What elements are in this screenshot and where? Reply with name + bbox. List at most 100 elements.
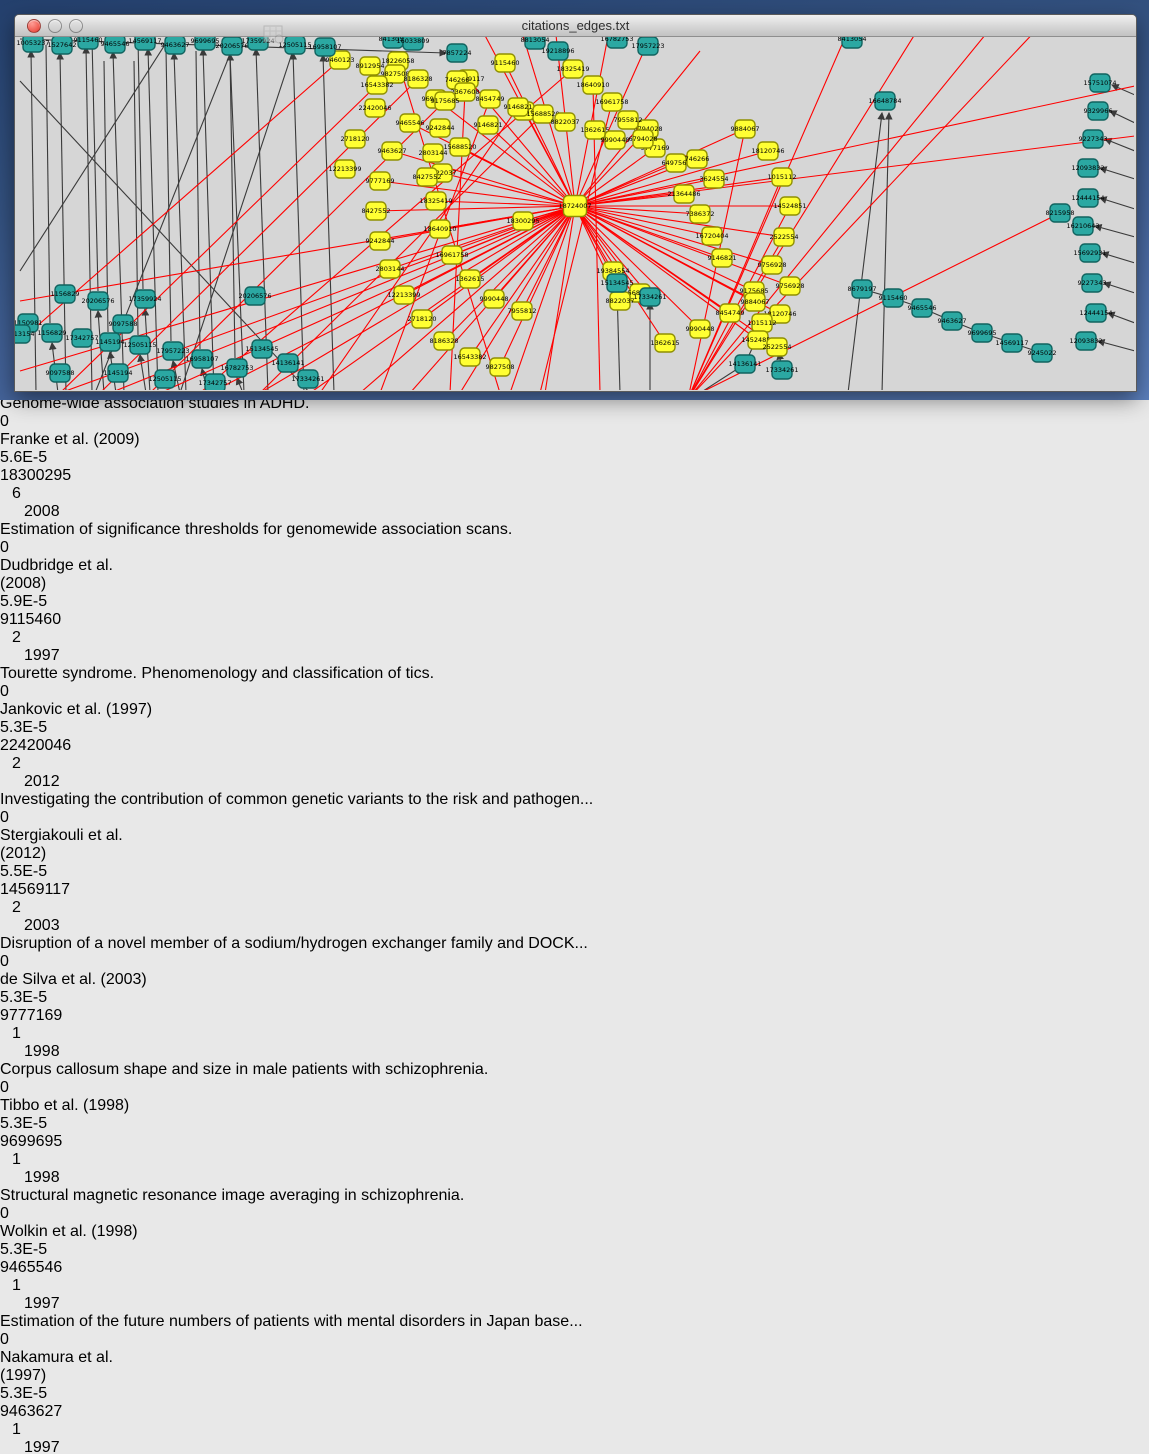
graph-node[interactable]: 8186328: [430, 332, 459, 350]
graph-node[interactable]: 1362615: [456, 270, 485, 288]
graph-hub-node[interactable]: 18724007: [558, 196, 591, 217]
graph-node[interactable]: 9777169: [366, 172, 395, 190]
graph-nodes[interactable]: 9115460145691179699695946554694636279777…: [15, 37, 1117, 390]
graph-node[interactable]: 6794028: [629, 130, 658, 148]
graph-node[interactable]: 1156829: [38, 324, 67, 342]
graph-node[interactable]: 7955812: [614, 111, 643, 129]
graph-node[interactable]: 2803144: [419, 144, 448, 162]
graph-node[interactable]: 9097588: [109, 315, 138, 333]
network-canvas[interactable]: 9115460145691179699695946554694636279777…: [15, 37, 1136, 395]
graph-node[interactable]: 2522554: [770, 228, 799, 246]
graph-node[interactable]: 9242844: [366, 232, 395, 250]
graph-node[interactable]: 9465546: [101, 37, 130, 53]
graph-node[interactable]: 2803144: [376, 260, 405, 278]
graph-node[interactable]: 746266: [685, 150, 710, 168]
graph-node[interactable]: 7386372: [686, 205, 715, 223]
graph-node[interactable]: 2718120: [341, 130, 370, 148]
graph-node[interactable]: 1145194: [96, 333, 125, 351]
graph-node[interactable]: 9463627: [161, 37, 190, 54]
graph-node[interactable]: 21364486: [667, 185, 700, 203]
graph-node[interactable]: 7857224: [443, 44, 472, 62]
graph-node[interactable]: 1156829: [51, 285, 80, 303]
graph-node[interactable]: 15134545: [245, 340, 278, 358]
graph-node[interactable]: 9227343: [1079, 130, 1108, 148]
citation-network-graph[interactable]: 9115460145691179699695946554694636279777…: [15, 37, 1134, 390]
graph-node[interactable]: 8822037: [606, 292, 635, 310]
graph-node[interactable]: 14569117: [995, 334, 1028, 352]
graph-node[interactable]: 8186328: [404, 70, 433, 88]
graph-node[interactable]: 19218896: [541, 42, 574, 60]
graph-node[interactable]: 10053237: [16, 37, 49, 52]
graph-node[interactable]: 20206576: [81, 292, 114, 310]
graph-node[interactable]: 16648784: [868, 92, 901, 110]
graph-node[interactable]: 9465546: [396, 114, 425, 132]
graph-node[interactable]: 8427552: [413, 168, 442, 186]
graph-node[interactable]: 16543382: [453, 348, 486, 366]
graph-node[interactable]: 3624554: [700, 170, 729, 188]
graph-node[interactable]: 9227343: [1078, 274, 1107, 292]
graph-node[interactable]: 9115460: [74, 37, 103, 49]
graph-node[interactable]: 9465546: [908, 299, 937, 317]
graph-node[interactable]: 9463627: [938, 312, 967, 330]
graph-node[interactable]: 9884067: [741, 293, 770, 311]
graph-node[interactable]: 12444154: [1079, 304, 1112, 322]
graph-node[interactable]: 9097588: [46, 364, 75, 382]
graph-node[interactable]: 9146821: [708, 249, 737, 267]
graph-node[interactable]: 1145194: [104, 364, 133, 382]
graph-node[interactable]: 9884067: [731, 120, 760, 138]
graph-node[interactable]: 9242844: [426, 119, 455, 137]
graph-node[interactable]: 22420046: [358, 99, 391, 117]
table-row[interactable]: 1830029562008Estimation of significance …: [0, 467, 1149, 611]
graph-node[interactable]: 2718120: [408, 310, 437, 328]
graph-node[interactable]: 9175685: [431, 92, 460, 110]
table-row[interactable]: 946554611997Estimation of the future num…: [0, 1259, 1149, 1403]
graph-node[interactable]: 9463627: [378, 142, 407, 160]
graph-node[interactable]: 15751074: [1083, 74, 1116, 92]
graph-node[interactable]: 18325419: [556, 60, 589, 78]
graph-node[interactable]: 16782753: [220, 359, 253, 377]
graph-node[interactable]: 17359924: [128, 290, 161, 308]
graph-node[interactable]: 9245022: [1028, 344, 1057, 362]
graph-node[interactable]: 8454749: [476, 90, 505, 108]
graph-node[interactable]: 8822037: [551, 113, 580, 131]
graph-node[interactable]: 15692931: [1073, 244, 1106, 262]
graph-node[interactable]: 16033809: [396, 37, 429, 50]
graph-node[interactable]: 8679197: [848, 280, 877, 298]
graph-node[interactable]: 18640910: [576, 76, 609, 94]
graph-node[interactable]: 9827508: [486, 358, 515, 376]
graph-node[interactable]: 1015112: [768, 168, 797, 186]
graph-node[interactable]: 9115460: [491, 54, 520, 72]
graph-node[interactable]: 8427552: [362, 202, 391, 220]
graph-node[interactable]: 8413054: [838, 37, 867, 48]
graph-node[interactable]: 9329966: [1084, 102, 1113, 120]
graph-node[interactable]: 20206576: [238, 287, 271, 305]
graph-node[interactable]: 1362615: [651, 334, 680, 352]
graph-node[interactable]: 12093832: [1071, 159, 1104, 177]
graph-node[interactable]: 17342757: [65, 329, 98, 347]
graph-node[interactable]: 8215958: [1046, 204, 1075, 222]
graph-node[interactable]: 16782753: [600, 37, 633, 48]
graph-node[interactable]: 8454749: [716, 304, 745, 322]
graph-node[interactable]: 9990448: [601, 131, 630, 149]
table-row[interactable]: 2242004622012Investigating the contribut…: [0, 737, 1149, 881]
graph-node[interactable]: 2522554: [763, 338, 792, 356]
graph-node[interactable]: 9990448: [480, 290, 509, 308]
graph-node[interactable]: 7955812: [508, 302, 537, 320]
window-titlebar[interactable]: citations_edges.txt: [15, 15, 1136, 37]
graph-node[interactable]: 16210643: [1066, 217, 1099, 235]
graph-node[interactable]: 9990448: [686, 320, 715, 338]
graph-node[interactable]: 9699695: [968, 324, 997, 342]
table-row[interactable]: 1456911722003Disruption of a novel membe…: [0, 881, 1149, 1007]
table-row[interactable]: 977716911998Corpus callosum shape and si…: [0, 1007, 1149, 1133]
graph-node[interactable]: 1527642: [48, 37, 77, 54]
table-row[interactable]: 911546021997Tourette syndrome. Phenomeno…: [0, 611, 1149, 737]
graph-node[interactable]: 9756928: [758, 256, 787, 274]
graph-node[interactable]: 17957223: [631, 37, 664, 55]
graph-node[interactable]: 14569117: [128, 37, 161, 50]
graph-node[interactable]: 18120746: [751, 142, 784, 160]
graph-node[interactable]: 12444154: [1071, 189, 1104, 207]
graph-node[interactable]: 1015112: [748, 314, 777, 332]
graph-node[interactable]: 9146821: [474, 116, 503, 134]
graph-node[interactable]: 9115460: [879, 289, 908, 307]
graph-node[interactable]: 14524851: [773, 197, 806, 215]
